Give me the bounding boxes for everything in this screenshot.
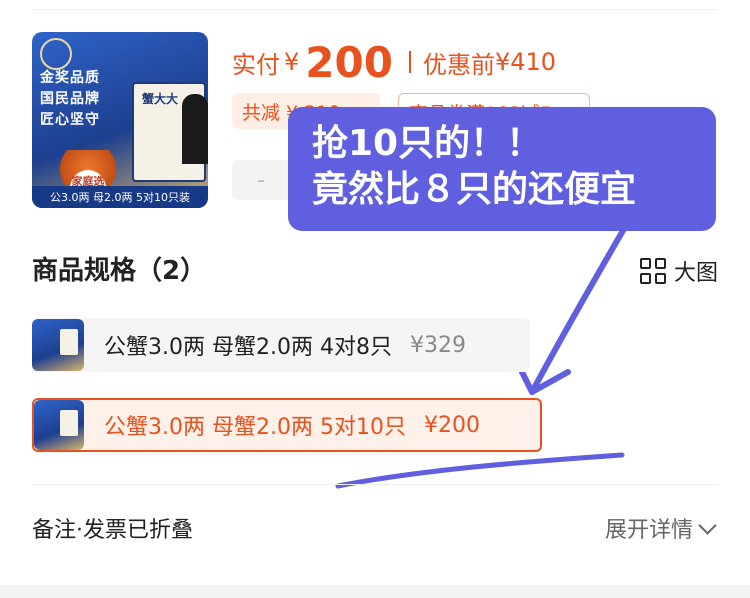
section-divider xyxy=(32,484,718,485)
price-separator xyxy=(408,51,411,73)
annotation-callout: 抢10只的！！ 竟然比８只的还便宜 xyxy=(288,107,716,231)
big-image-toggle[interactable]: 大图 xyxy=(639,255,718,287)
tagline-line-3: 匠心坚守 xyxy=(40,112,100,128)
brand-logo-icon xyxy=(40,38,72,70)
spec-option-thumbnail xyxy=(32,319,84,371)
original-price-label: 优惠前 xyxy=(422,50,495,79)
expand-details-label: 展开详情 xyxy=(604,518,693,543)
paid-label: 实付 xyxy=(232,50,280,79)
top-divider xyxy=(32,9,718,10)
product-thumbnail[interactable]: 金奖品质 国民品牌 匠心坚守 蟹大大 家庭选鲜 公3.0两 母2.0两 5对10… xyxy=(32,32,208,208)
tagline-line-2: 国民品牌 xyxy=(40,91,100,107)
spec-option-5pairs-selected[interactable]: 公蟹3.0两 母蟹2.0两 5对10只 ¥200 xyxy=(32,398,542,452)
quantity-minus-button[interactable]: - xyxy=(232,160,290,200)
grid-icon xyxy=(639,258,666,284)
thumbnail-tagline: 金奖品质 国民品牌 匠心坚守 xyxy=(40,68,100,131)
chevron-down-icon xyxy=(698,515,717,535)
annotation-underline xyxy=(335,452,625,489)
tagline-line-1: 金奖品质 xyxy=(40,70,100,86)
spec-section-title: 商品规格（2） xyxy=(32,256,207,286)
price-row: 实付 ¥ 200 优惠前 ¥410 xyxy=(232,34,556,90)
gift-box-title: 蟹大大 xyxy=(142,92,179,106)
spec-option-thumbnail xyxy=(34,400,84,450)
paid-price: 200 xyxy=(305,37,393,87)
original-price: ¥410 xyxy=(494,48,557,76)
currency-symbol: ¥ xyxy=(284,48,300,76)
spec-option-price: ¥200 xyxy=(423,412,480,438)
spec-option-4pairs[interactable]: 公蟹3.0两 母蟹2.0两 4对8只 ¥329 xyxy=(32,318,530,372)
expand-details-button[interactable]: 展开详情 xyxy=(604,512,717,544)
spokesperson-image xyxy=(182,94,208,164)
bottom-bar xyxy=(0,585,750,598)
annotation-arrow-stroke xyxy=(529,219,631,395)
big-image-label: 大图 xyxy=(673,261,718,286)
annotation-line-1: 抢10只的！！ xyxy=(312,123,543,164)
thumbnail-spec-strip: 公3.0两 母2.0两 5对10只装 xyxy=(32,186,208,208)
spec-option-price: ¥329 xyxy=(409,332,466,358)
annotation-line-2: 竟然比８只的还便宜 xyxy=(312,169,637,210)
spec-option-text: 公蟹3.0两 母蟹2.0两 4对8只 xyxy=(104,335,392,360)
remark-invoice-label: 备注·发票已折叠 xyxy=(32,518,193,543)
spec-option-text: 公蟹3.0两 母蟹2.0两 5对10只 xyxy=(104,415,406,440)
